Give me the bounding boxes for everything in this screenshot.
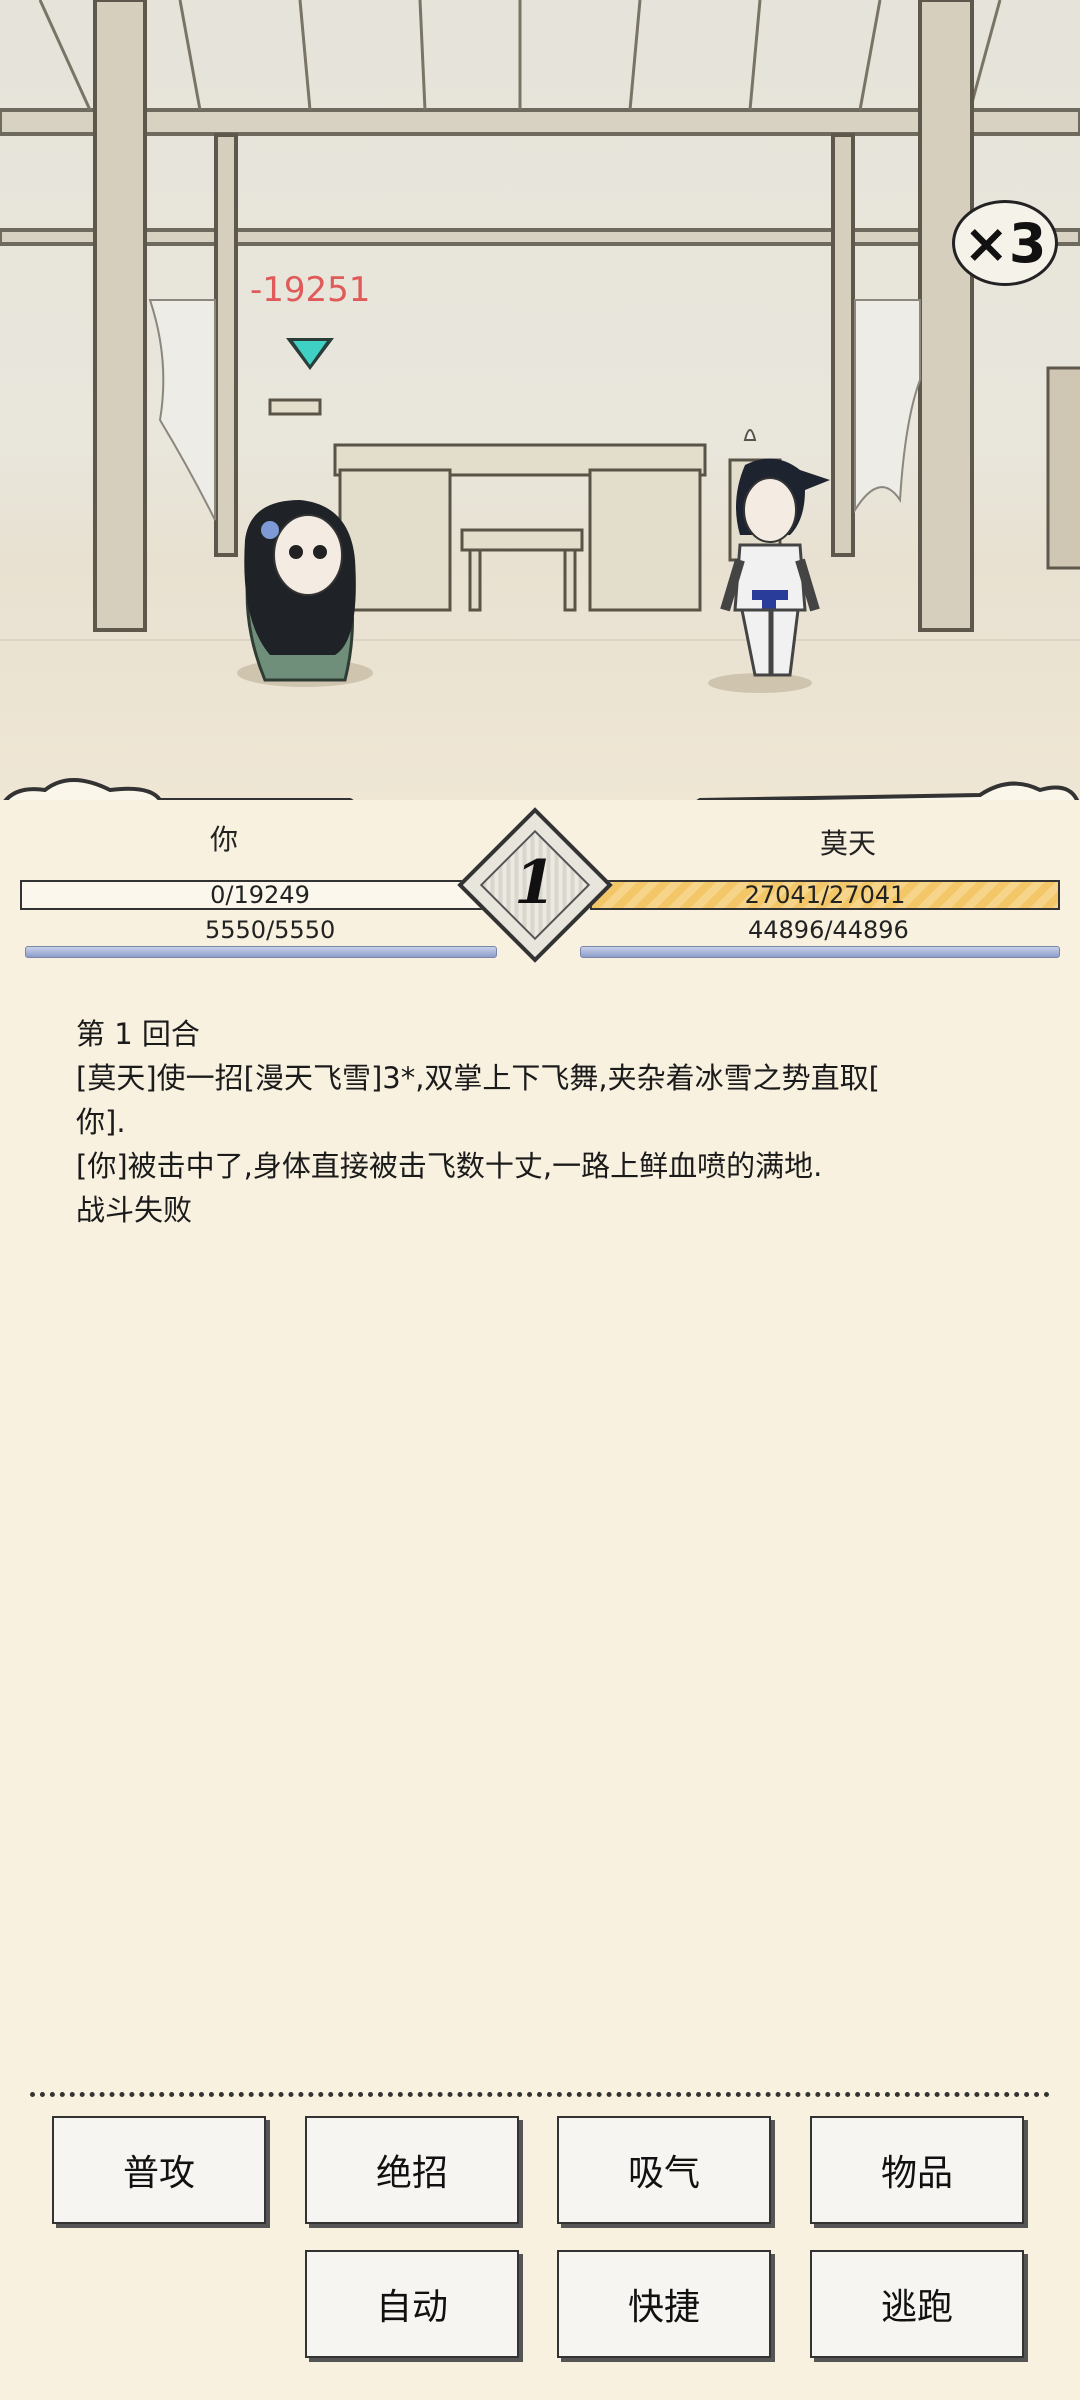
enemy-hp-bar: 27041/27041 (590, 880, 1060, 910)
scene-illustration (0, 0, 1080, 800)
quick-button[interactable]: 快捷 (557, 2250, 771, 2358)
log-line: [莫天]使一招[漫天飞雪]3*,双掌上下飞舞,夹杂着冰雪之势直取[ 你]. (76, 1061, 880, 1139)
target-marker-icon (286, 338, 334, 370)
enemy-name: 莫天 (820, 827, 877, 860)
enemy-sprite (708, 458, 830, 693)
breathe-button[interactable]: 吸气 (557, 2116, 771, 2224)
speed-multiplier-label: ×3 (963, 211, 1047, 275)
player-mp-bar (25, 946, 497, 958)
enemy-hp-text: 27041/27041 (744, 881, 906, 909)
battle-scene: ×3 -19251 (0, 0, 1080, 800)
flee-button[interactable]: 逃跑 (810, 2250, 1024, 2358)
round-number: 1 (514, 848, 556, 918)
player-hp-text: 0/19249 (210, 881, 310, 909)
damage-popup: -19251 (250, 270, 371, 310)
speed-multiplier-button[interactable]: ×3 (952, 200, 1058, 286)
log-line: 战斗失败 (76, 1193, 193, 1227)
player-name: 你 (210, 823, 239, 856)
log-line: 第 1 回合 (76, 1017, 200, 1051)
items-button[interactable]: 物品 (810, 2116, 1024, 2224)
battle-log: 第 1 回合 [莫天]使一招[漫天飞雪]3*,双掌上下飞舞,夹杂着冰雪之势直取[… (76, 1012, 1006, 1232)
player-mp-text: 5550/5550 (205, 916, 336, 944)
auto-button[interactable]: 自动 (305, 2250, 519, 2358)
enemy-mp-text: 44896/44896 (748, 916, 909, 944)
log-line: [你]被击中了,身体直接被击飞数十丈,一路上鲜血喷的满地. (76, 1149, 823, 1183)
player-hp-bar: 0/19249 (20, 880, 500, 910)
enemy-mp-bar (580, 946, 1060, 958)
action-divider (30, 2092, 1050, 2097)
attack-button[interactable]: 普攻 (52, 2116, 266, 2224)
ultimate-button[interactable]: 绝招 (305, 2116, 519, 2224)
